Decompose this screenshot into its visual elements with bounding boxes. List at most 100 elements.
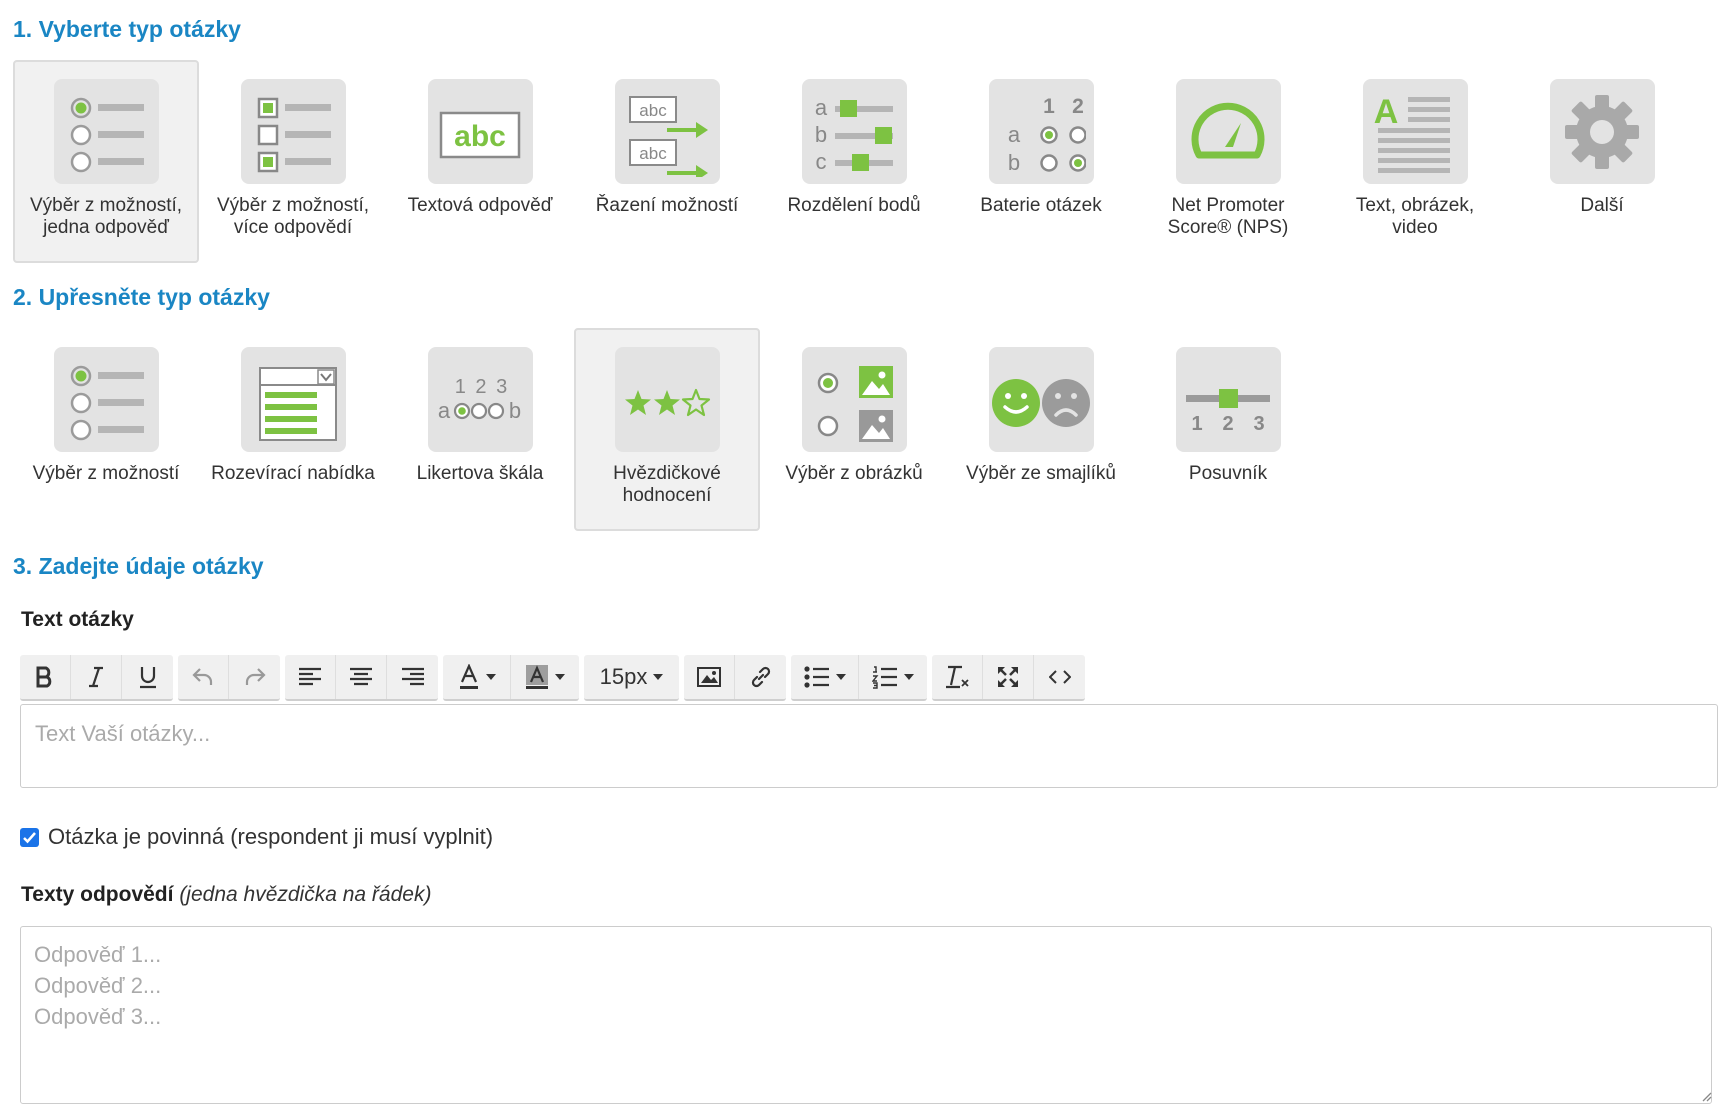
abc-text: abc [639, 144, 667, 163]
likert-scale-icon: 1 2 3 a b [427, 347, 533, 452]
letter-a: a [815, 95, 828, 120]
clear-format-icon [946, 665, 969, 689]
section-title-choose-type: 1. Vyberte typ otázky [13, 16, 241, 42]
subtype-label: Výběr z obrázků [785, 463, 923, 484]
type-label: Baterie otázek [980, 195, 1102, 216]
align-center-icon [350, 667, 372, 686]
dropdown-icon [240, 347, 346, 452]
type-label: Net Promoter Score® (NPS) [1167, 195, 1289, 238]
subtype-label: Výběr z možností [32, 463, 180, 484]
subtype-label: Likertova škála [416, 463, 544, 484]
chevron-down-icon [835, 674, 846, 680]
text-color-button[interactable] [443, 655, 511, 699]
letter-b: b [509, 398, 521, 423]
required-checkbox-row[interactable]: Otázka je povinná (respondent ji musí vy… [20, 824, 493, 850]
answers-textarea[interactable] [20, 926, 1712, 1104]
abc-text: abc [454, 120, 506, 153]
type-tile-points-distribution[interactable]: a b c Rozdělení bodů [761, 60, 947, 263]
type-tile-text-answer[interactable]: abc Textová odpověď [387, 60, 573, 263]
type-tile-ordering[interactable]: abc abc Řazení možností [574, 60, 760, 263]
italic-button[interactable] [71, 655, 122, 699]
insert-image-button[interactable] [684, 655, 735, 699]
question-text-label: Text otázky [21, 608, 134, 631]
align-left-button[interactable] [285, 655, 336, 699]
bullet-list-icon [803, 666, 829, 688]
align-right-button[interactable] [387, 655, 438, 699]
code-view-icon [1048, 670, 1071, 684]
question-battery-icon: 1 2 a b [988, 79, 1094, 184]
fullscreen-button[interactable] [983, 655, 1034, 699]
checkmark-icon [23, 831, 36, 843]
question-text-editor[interactable]: Text Vaší otázky... [20, 704, 1718, 788]
gauge-icon [1175, 79, 1281, 184]
section-title-refine-type: 2. Upřesněte typ otázky [13, 284, 270, 310]
subtype-tile-radio-list[interactable]: Výběr z možností [13, 328, 199, 531]
ordering-icon: abc abc [614, 79, 720, 184]
required-checkbox-label: Otázka je povinná (respondent ji musí vy… [48, 824, 494, 849]
redo-icon [245, 668, 266, 685]
digit-1: 1 [1191, 413, 1202, 435]
digit-2: 2 [1072, 95, 1084, 118]
type-label: Text, obrázek, video [1355, 195, 1475, 238]
type-label: Řazení možností [595, 195, 739, 216]
star-rating-icon [614, 347, 720, 452]
chevron-down-icon [653, 674, 664, 680]
chevron-down-icon [555, 674, 565, 680]
type-tile-more[interactable]: Další [1509, 60, 1695, 263]
insert-link-button[interactable] [735, 655, 786, 699]
text-answer-icon: abc [427, 79, 533, 184]
abc-text: abc [639, 101, 667, 120]
undo-icon [192, 668, 213, 685]
digit-1: 1 [1043, 95, 1055, 118]
digit-3: 3 [1253, 413, 1264, 435]
required-checkbox[interactable] [20, 827, 39, 847]
section-title-enter-details: 3. Zadejte údaje otázky [13, 553, 264, 579]
subtype-label: Výběr ze smajlíků [966, 463, 1116, 484]
align-center-button[interactable] [336, 655, 387, 699]
type-tile-nps[interactable]: Net Promoter Score® (NPS) [1135, 60, 1321, 263]
smiley-icon [988, 347, 1094, 452]
toolbar-group-history [178, 655, 280, 701]
toolbar-group-misc [932, 655, 1085, 701]
code-view-button[interactable] [1034, 655, 1085, 699]
subtype-tile-dropdown[interactable]: Rozevírací nabídka [200, 328, 386, 531]
align-right-icon [401, 667, 424, 686]
undo-button[interactable] [178, 655, 229, 699]
bold-button[interactable] [20, 655, 71, 699]
background-color-button[interactable] [511, 655, 579, 699]
letter-b: b [815, 122, 827, 147]
toolbar-group-insert [684, 655, 786, 701]
slider-icon: 1 2 3 [1175, 347, 1281, 452]
font-size-select[interactable]: 15px [584, 655, 679, 699]
points-distribution-icon: a b c [801, 79, 907, 184]
redo-button[interactable] [229, 655, 280, 699]
clear-format-button[interactable] [932, 655, 983, 699]
type-tile-multiple-choice[interactable]: Výběr z možností, více odpovědí [200, 60, 386, 263]
type-tile-single-choice[interactable]: Výběr z možností, jedna odpověď [13, 60, 199, 263]
subtype-tile-slider[interactable]: 1 2 3 Posuvník [1135, 328, 1321, 531]
toolbar-group-align [285, 655, 438, 701]
toolbar-group-fontsize: 15px [584, 655, 679, 701]
text-image-video-icon: A [1362, 79, 1468, 184]
subtype-tile-star-rating[interactable]: Hvězdičkové hodnocení [574, 328, 760, 531]
letter-a: a [1008, 122, 1021, 147]
underline-button[interactable] [122, 655, 173, 699]
gear-icon [1549, 79, 1655, 184]
fullscreen-icon [998, 667, 1018, 687]
type-label: Textová odpověď [407, 195, 553, 216]
editor-toolbar: 15px [20, 655, 1085, 701]
answers-label: Texty odpovědí (jedna hvězdička na řádek… [21, 883, 431, 907]
resize-grip-icon[interactable] [1700, 1090, 1712, 1102]
letter-a: a [438, 398, 451, 423]
subtype-tile-smiley[interactable]: Výběr ze smajlíků [948, 328, 1134, 531]
question-text-placeholder: Text Vaší otázky... [35, 721, 211, 746]
answers-label-hint: (jedna hvězdička na řádek) [179, 883, 432, 906]
subtype-tile-image-choice[interactable]: Výběr z obrázků [761, 328, 947, 531]
type-tile-text-image-video[interactable]: A Text, obrázek, video [1322, 60, 1508, 263]
bullet-list-button[interactable] [791, 655, 859, 699]
link-icon [751, 666, 770, 688]
type-tile-question-battery[interactable]: 1 2 a b Baterie otázek [948, 60, 1134, 263]
image-icon [697, 667, 721, 687]
numbered-list-button[interactable] [859, 655, 927, 699]
subtype-tile-likert[interactable]: 1 2 3 a b Likertova škála [387, 328, 573, 531]
